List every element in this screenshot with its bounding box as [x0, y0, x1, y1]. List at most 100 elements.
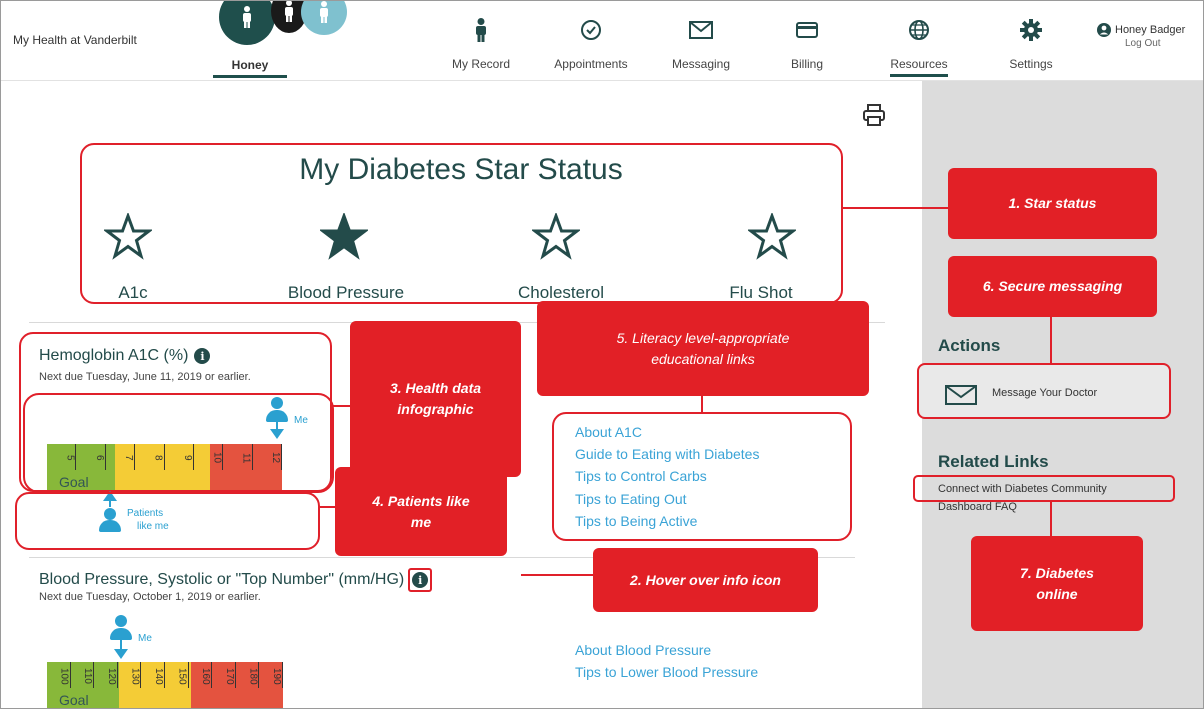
- link-tips-eating-out[interactable]: Tips to Eating Out: [575, 491, 687, 507]
- logout-link[interactable]: Log Out: [1125, 38, 1185, 49]
- patients-like-me-highlight: [15, 492, 320, 550]
- nav-label: Appointments: [554, 57, 628, 71]
- card-icon: [796, 22, 818, 38]
- scale-tick: 130: [118, 662, 142, 688]
- printer-icon: [863, 104, 885, 126]
- connector-line: [1050, 502, 1052, 536]
- callout-secure-messaging-text: 6. Secure messaging: [982, 278, 1123, 294]
- a1c-star-outline-icon: [104, 213, 152, 260]
- related-links-heading: Related Links: [938, 452, 1049, 471]
- nav-messaging[interactable]: Messaging: [653, 17, 749, 74]
- connector-line: [1050, 317, 1052, 363]
- callout-line: infographic: [397, 401, 474, 417]
- a1c-info-icon[interactable]: i: [194, 348, 211, 364]
- scale-tick: 180: [236, 662, 260, 688]
- message-doctor-label: Message Your Doctor: [992, 387, 1098, 399]
- callout-line: educational links: [651, 350, 755, 367]
- star-label-cholesterol: Cholesterol: [518, 283, 604, 302]
- connector-line: [320, 506, 336, 508]
- link-diabetes-community[interactable]: Connect with Diabetes Community: [938, 483, 1107, 495]
- callout-line: 7. Diabetes: [1020, 564, 1094, 581]
- star-label-flu-shot: Flu Shot: [729, 283, 793, 302]
- callout-hover-info-icon: 2. Hover over info icon: [593, 548, 818, 612]
- link-tips-control-carbs[interactable]: Tips to Control Carbs: [575, 468, 707, 484]
- nav-resources[interactable]: Resources: [871, 17, 967, 77]
- link-guide-eating-diabetes[interactable]: Guide to Eating with Diabetes: [575, 446, 759, 462]
- nav-billing[interactable]: Billing: [759, 17, 855, 74]
- callout-star-status: 1. Star status: [948, 168, 1157, 239]
- scale-tick: 140: [141, 662, 165, 688]
- connector-line: [521, 574, 593, 576]
- scale-tick: 150: [165, 662, 189, 688]
- bp-next-due: Next due Tuesday, October 1, 2019 or ear…: [39, 591, 261, 603]
- nav-label: Resources: [890, 57, 948, 77]
- app-title[interactable]: My Health at Vanderbilt: [13, 33, 137, 47]
- bp-scale: 100 110 120 130 140 150 160 170 180 190 …: [47, 662, 283, 708]
- link-tips-lower-blood-pressure[interactable]: Tips to Lower Blood Pressure: [575, 664, 758, 680]
- person-icon: [320, 1, 328, 23]
- link-dashboard-faq[interactable]: Dashboard FAQ: [938, 501, 1017, 513]
- callout-secure-messaging: 6. Secure messaging: [948, 256, 1157, 317]
- bp-goal-label: Goal: [59, 692, 89, 708]
- globe-icon: [909, 20, 929, 40]
- scale-tick: 170: [212, 662, 236, 688]
- screenshot-frame: My Health at Vanderbilt Honey My Record …: [0, 0, 1204, 709]
- bp-me-marker: Me: [107, 615, 167, 663]
- callout-line: me: [410, 513, 432, 530]
- star-label-blood-pressure: Blood Pressure: [287, 283, 405, 302]
- callout-line: online: [1036, 585, 1078, 602]
- connector-line: [843, 207, 949, 209]
- bp-title-text: Blood Pressure, Systolic or "Top Number"…: [39, 571, 405, 588]
- link-tips-being-active[interactable]: Tips to Being Active: [575, 513, 697, 529]
- nav-settings[interactable]: Settings: [983, 17, 1079, 74]
- a1c-next-due: Next due Tuesday, June 11, 2019 or earli…: [39, 371, 251, 383]
- infographic-highlight: [23, 393, 334, 493]
- nav-label: Billing: [790, 57, 823, 71]
- star-status-title: My Diabetes Star Status: [299, 153, 623, 186]
- print-button[interactable]: [861, 102, 887, 133]
- profile-tab-honey[interactable]: Honey: [213, 58, 287, 78]
- callout-health-data-infographic: 3. Health data infographic: [350, 321, 521, 477]
- callout-star-status-text: 1. Star status: [1008, 195, 1097, 211]
- blood-pressure-star-filled-icon: [320, 213, 368, 260]
- nav-my-record[interactable]: My Record: [433, 17, 529, 74]
- message-doctor-button[interactable]: Message Your Doctor: [917, 363, 1171, 419]
- link-about-a1c[interactable]: About A1C: [575, 424, 642, 440]
- bp-scale-ticks: 100 110 120 130 140 150 160 170 180 190: [47, 662, 283, 688]
- envelope-icon: [689, 21, 713, 39]
- callout-line: 4. Patients like: [372, 492, 470, 509]
- person-icon: [285, 1, 293, 22]
- scale-tick: 110: [71, 662, 95, 688]
- avatar-honey[interactable]: [219, 1, 275, 45]
- bp-me-label: Me: [138, 633, 152, 644]
- person-icon: [243, 6, 251, 28]
- scale-tick: 160: [189, 662, 213, 688]
- family-avatars: [219, 1, 349, 49]
- gear-icon: [1020, 19, 1042, 41]
- user-name: Honey Badger: [1115, 24, 1186, 36]
- callout-hover-text: 2. Hover over info icon: [630, 571, 781, 588]
- callout-line: 3. Health data: [389, 380, 482, 396]
- scale-tick: 120: [94, 662, 118, 688]
- link-about-blood-pressure[interactable]: About Blood Pressure: [575, 642, 711, 658]
- star-label-a1c: A1c: [118, 283, 148, 302]
- bp-info-highlight: i: [408, 568, 433, 592]
- user-circle-icon: [1097, 23, 1111, 37]
- avatar-family-member[interactable]: [301, 1, 347, 35]
- a1c-title-text: Hemoglobin A1C (%): [39, 347, 189, 364]
- callout-diabetes-online: 7. Diabetes online: [971, 536, 1143, 631]
- connector-line: [332, 405, 350, 407]
- callout-patients-like-me: 4. Patients like me: [335, 467, 507, 556]
- nav-label: Settings: [1009, 57, 1053, 71]
- scale-tick: 100: [47, 662, 71, 688]
- connector-line: [701, 396, 703, 412]
- actions-heading: Actions: [938, 336, 1001, 355]
- bp-info-icon[interactable]: i: [412, 572, 429, 588]
- cholesterol-star-outline-icon: [532, 213, 580, 260]
- envelope-icon: [945, 385, 977, 405]
- scale-tick: 190: [259, 662, 283, 688]
- nav-label: Messaging: [671, 57, 731, 71]
- nav-label: My Record: [451, 57, 510, 71]
- nav-appointments[interactable]: Appointments: [543, 17, 639, 74]
- user-menu[interactable]: Honey Badger Log Out: [1097, 23, 1185, 49]
